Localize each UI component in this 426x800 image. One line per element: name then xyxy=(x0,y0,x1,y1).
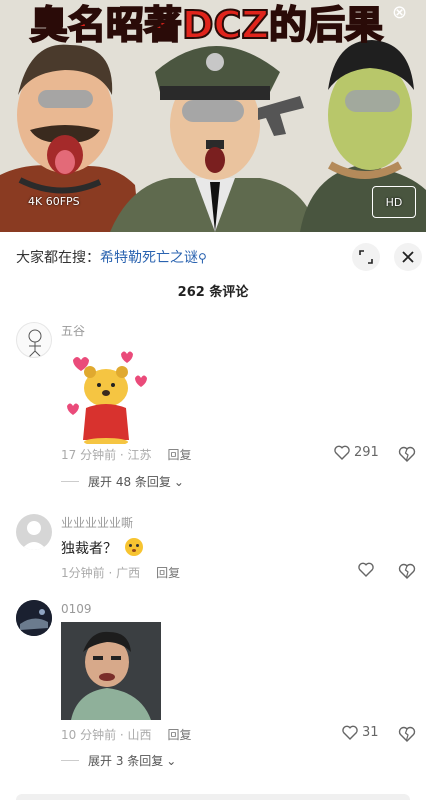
broken-heart-icon[interactable] xyxy=(398,445,416,463)
reply-button[interactable]: 回复 xyxy=(156,566,180,580)
reply-button[interactable]: 回复 xyxy=(168,448,192,462)
comment-meta: 17 分钟前 · 江苏 回复 xyxy=(61,446,192,463)
search-suggestion[interactable]: 大家都在搜：希特勒死亡之谜⚲ xyxy=(16,247,207,267)
close-icon[interactable] xyxy=(394,243,422,271)
comment-count: 262 条评论 xyxy=(177,285,249,300)
divider-line xyxy=(61,481,79,482)
chevron-down-icon: ⌄ xyxy=(166,753,177,768)
fullscreen-icon[interactable] xyxy=(352,243,380,271)
reply-button[interactable]: 回复 xyxy=(168,728,192,742)
comment-meta: 1分钟前 · 广西 回复 xyxy=(61,564,180,581)
comment-text: 独裁者？ xyxy=(61,538,144,558)
video-title: 臭名昭著DCZ的后果 xyxy=(29,2,384,48)
search-icon: ⚲ xyxy=(198,251,207,265)
expand-replies-button[interactable]: 展开 3 条回复 ⌄ xyxy=(61,752,176,769)
broken-heart-icon[interactable] xyxy=(398,725,416,743)
comment-body: 独裁者？ xyxy=(61,541,117,557)
flushed-emoji-icon xyxy=(125,538,144,556)
video-player[interactable]: 臭名昭著DCZ的后果 ⊗ 4K 60FPS HD xyxy=(0,0,426,232)
chevron-down-icon: ⌄ xyxy=(173,474,184,489)
like-count: 291 xyxy=(354,445,379,460)
username[interactable]: 五谷 xyxy=(61,322,85,339)
comment-time: 1分钟前 · 广西 xyxy=(61,566,141,580)
broken-heart-icon[interactable] xyxy=(398,562,416,580)
avatar[interactable] xyxy=(16,322,52,358)
like-button[interactable]: 291 xyxy=(334,445,379,460)
comment-input-bar[interactable] xyxy=(16,794,410,800)
search-term-link[interactable]: 希特勒死亡之谜 xyxy=(100,250,198,266)
pooh-sticker-image[interactable] xyxy=(61,348,151,448)
search-prefix: 大家都在搜： xyxy=(16,250,100,266)
expand-label: 展开 3 条回复 xyxy=(88,754,164,768)
avatar[interactable] xyxy=(16,600,52,636)
heart-icon xyxy=(342,725,358,740)
username[interactable]: 业业业业业嘶 xyxy=(61,514,133,531)
hd-button[interactable]: HD xyxy=(372,186,416,218)
comment-time: 17 分钟前 · 江苏 xyxy=(61,448,152,462)
quality-badge: 4K 60FPS xyxy=(28,195,80,208)
divider-line xyxy=(61,760,79,761)
heart-icon xyxy=(358,562,374,577)
avatar[interactable] xyxy=(16,514,52,550)
like-button[interactable] xyxy=(358,562,374,577)
expand-replies-button[interactable]: 展开 48 条回复 ⌄ xyxy=(61,473,184,490)
like-count: 31 xyxy=(362,725,379,740)
username[interactable]: 0109 xyxy=(61,602,92,616)
meme-photo-image[interactable] xyxy=(61,622,161,724)
like-button[interactable]: 31 xyxy=(342,725,379,740)
comment-time: 10 分钟前 · 山西 xyxy=(61,728,152,742)
expand-label: 展开 48 条回复 xyxy=(88,475,171,489)
heart-icon xyxy=(334,445,350,460)
close-video-icon[interactable]: ⊗ xyxy=(392,2,422,26)
comment-meta: 10 分钟前 · 山西 回复 xyxy=(61,726,192,743)
